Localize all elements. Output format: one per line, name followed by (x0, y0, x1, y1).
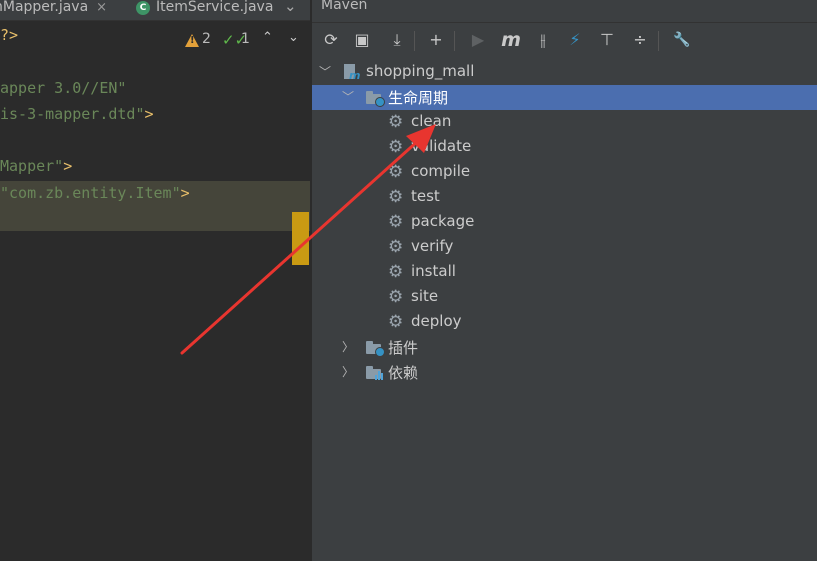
gear-icon: ⚙ (388, 237, 404, 257)
chevron-down-icon[interactable]: ﹀ (342, 88, 354, 105)
chevron-right-icon[interactable]: 〉 (342, 338, 354, 355)
tree-item-goal-clean[interactable]: ⚙ clean (312, 110, 817, 135)
editor-tab-bar: nMapper.java × C ItemService.java ⌄ (0, 0, 310, 21)
code-line: is-3-mapper.dtd"> (0, 105, 154, 123)
download-icon[interactable]: ⤓ (384, 27, 410, 53)
skip-tests-icon[interactable]: ⚡ (562, 27, 588, 53)
reload-icon[interactable]: ⟳ (318, 27, 344, 53)
tree-item-goal-site[interactable]: ⚙ site (312, 285, 817, 310)
tree-item-goal-validate[interactable]: ⚙ validate (312, 135, 817, 160)
gear-icon: ⚙ (388, 137, 404, 157)
gear-icon: ⚙ (388, 262, 404, 282)
maven-title: Maven (321, 0, 368, 13)
goal-label: clean (411, 112, 452, 130)
lifecycle-folder-icon (366, 91, 385, 107)
goal-label: package (411, 212, 475, 230)
gear-icon: ⚙ (388, 212, 404, 232)
tree-item-goal-verify[interactable]: ⚙ verify (312, 235, 817, 260)
change-marker[interactable] (292, 212, 309, 265)
tree-item-lifecycle[interactable]: ﹀ 生命周期 (312, 85, 817, 110)
code-line: Mapper"> (0, 157, 73, 175)
show-dependencies-icon[interactable]: ⊤ (594, 27, 620, 53)
maven-project-icon: m (344, 64, 360, 82)
lifecycle-label: 生命周期 (388, 89, 449, 107)
tree-item-dependencies[interactable]: 〉 依赖 (312, 360, 817, 385)
goal-label: site (411, 287, 439, 305)
gear-icon: ⚙ (388, 112, 404, 132)
tab-mapper-xml[interactable]: nMapper.java × (0, 0, 107, 20)
toolbar-separator (658, 31, 659, 51)
tab-label: nMapper.java (0, 0, 89, 15)
tree-item-goal-install[interactable]: ⚙ install (312, 260, 817, 285)
toolbar-separator (414, 31, 415, 51)
class-icon: C (136, 1, 150, 15)
warning-icon[interactable] (185, 34, 199, 47)
warning-count[interactable]: 2 (202, 31, 211, 49)
code-line: apper 3.0//EN" (0, 79, 127, 97)
code-editor[interactable]: nMapper.java× CItemService.java ⌄ 2 ✓✓ 1… (0, 0, 310, 561)
gear-icon: ⚙ (388, 287, 404, 307)
maven-toolbar: ⟳ ▣ ⤓ + ▶ m ⫲ ⚡ ⊤ ÷ 🔧 (312, 27, 817, 55)
gear-icon: ⚙ (388, 312, 404, 332)
close-icon[interactable]: × (96, 0, 107, 15)
maven-header: Maven (312, 0, 817, 23)
previous-highlight-icon[interactable]: ⌃ (262, 30, 273, 45)
toggle-offline-icon[interactable]: ⫲ (530, 27, 556, 53)
run-icon[interactable]: ▶ (465, 27, 491, 53)
goal-label: install (411, 262, 456, 280)
maven-tool-window: Maven ⟳ ▣ ⤓ + ▶ m ⫲ ⚡ ⊤ ÷ 🔧 ﹀ m shopping… (311, 0, 817, 561)
dependencies-folder-icon (366, 366, 383, 380)
chevron-right-icon[interactable]: 〉 (342, 363, 354, 380)
tree-item-goal-deploy[interactable]: ⚙ deploy (312, 310, 817, 335)
tab-overflow-icon[interactable]: ⌄ (284, 0, 297, 15)
plugins-label: 插件 (388, 339, 419, 357)
tree-item-goal-package[interactable]: ⚙ package (312, 210, 817, 235)
generate-sources-icon[interactable]: ▣ (349, 27, 375, 53)
dependencies-label: 依赖 (388, 364, 419, 382)
plugins-folder-icon (366, 341, 385, 357)
tab-item-service[interactable]: C ItemService.java (136, 0, 273, 20)
chevron-down-icon[interactable]: ﹀ (319, 63, 331, 80)
goal-label: validate (411, 137, 472, 155)
gear-icon: ⚙ (388, 162, 404, 182)
gear-icon: ⚙ (388, 187, 404, 207)
tree-item-goal-test[interactable]: ⚙ test (312, 185, 817, 210)
add-icon[interactable]: + (423, 27, 449, 53)
tree-item-plugins[interactable]: 〉 插件 (312, 335, 817, 360)
execute-goal-icon[interactable]: m (498, 27, 524, 53)
settings-wrench-icon[interactable]: 🔧 (669, 27, 695, 53)
weak-warning-count[interactable]: 1 (241, 31, 250, 49)
code-line: ?> (0, 26, 19, 44)
project-name: shopping_mall (366, 62, 475, 80)
goal-label: verify (411, 237, 454, 255)
collapse-all-icon[interactable]: ÷ (627, 27, 653, 53)
tab-label: ItemService.java (156, 0, 274, 15)
goal-label: deploy (411, 312, 462, 330)
goal-label: compile (411, 162, 471, 180)
tree-item-goal-compile[interactable]: ⚙ compile (312, 160, 817, 185)
goal-label: test (411, 187, 440, 205)
tree-item-project[interactable]: ﹀ m shopping_mall (312, 60, 817, 85)
toolbar-separator (454, 31, 455, 51)
next-highlight-icon[interactable]: ⌄ (288, 30, 299, 45)
code-line: "com.zb.entity.Item"> (0, 184, 190, 202)
